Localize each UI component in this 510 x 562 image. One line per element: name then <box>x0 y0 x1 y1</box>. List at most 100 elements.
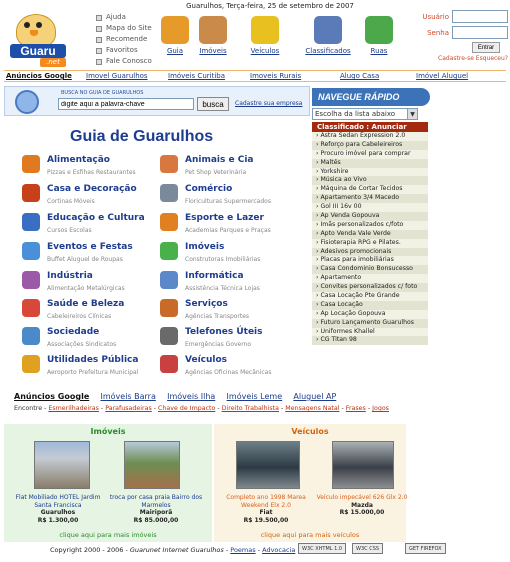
search-input[interactable] <box>58 98 194 110</box>
classified-item[interactable]: › Convites personalizados c/ foto <box>312 283 428 293</box>
guia-title: Guia de Guarulhos <box>70 128 214 145</box>
google-ads-label[interactable]: Anúncios Google <box>6 71 72 82</box>
classified-icon <box>314 16 342 44</box>
classified-item[interactable]: › Yorkshire <box>312 167 428 177</box>
ads-link-strip: Anúncios Google Imovel Guarulhos Imóveis… <box>4 70 506 82</box>
classified-item[interactable]: › Uniformes Khallel <box>312 327 428 337</box>
search-globe-icon <box>15 90 39 114</box>
classified-item[interactable]: › Casa Locação <box>312 300 428 310</box>
car-icon <box>251 16 279 44</box>
classified-item[interactable]: › Reforço para Cabeleireiros <box>312 140 428 150</box>
get-firefox-badge[interactable]: GET FIREFOX <box>405 543 446 554</box>
w3c-xhtml-badge[interactable]: W3C XHTML 1.0 <box>298 543 347 554</box>
bottom-ads-nav: Anúncios Google Imóveis Barra Imóveis Il… <box>14 392 345 401</box>
classified-item[interactable]: › Máquina de Cortar Tecidos <box>312 185 428 195</box>
factory-icon <box>22 271 40 289</box>
property-photo[interactable] <box>34 441 90 489</box>
login-button[interactable]: Entrar <box>472 42 500 53</box>
classified-item[interactable]: › Apto Venda Vale Verde <box>312 229 428 239</box>
nav-veiculos[interactable]: Veículos <box>240 16 290 55</box>
quick-nav-select[interactable]: Escolha da lista abaixo ▼ <box>312 108 418 120</box>
classified-item[interactable]: › CG Titan 98 <box>312 336 428 346</box>
ad-link[interactable]: Imóveis Barra <box>101 392 156 401</box>
classified-item[interactable]: › Maltês <box>312 158 428 168</box>
veiculos-title: Veículos <box>291 427 329 436</box>
search-button[interactable]: busca <box>197 97 229 111</box>
header-date: Guarulhos, Terça-feira, 25 de setembro d… <box>186 2 354 10</box>
encontre-link[interactable]: Esmerilhadeiras <box>48 405 99 412</box>
site-logo[interactable]: Guaru .net <box>6 8 86 67</box>
more-veiculos-link[interactable]: clique aqui para mais veículos <box>214 531 406 539</box>
classified-item[interactable]: › Astra Sedan Expression 2.0 <box>312 132 428 141</box>
classified-item[interactable]: › Música ao Vivo <box>312 176 428 186</box>
store-icon <box>160 184 178 202</box>
footer: Copyright 2000 - 2006 - Guarunet Interne… <box>50 546 296 554</box>
password-label: Senha <box>427 28 449 37</box>
footer-brand: Guarunet Internet Guarulhos <box>129 546 224 554</box>
register-forgot-link[interactable]: Cadastre-se Esqueceu? <box>412 55 508 62</box>
ad-link[interactable]: Imóveis Ilha <box>167 392 215 401</box>
encontre-link[interactable]: Parafusadeiras <box>105 405 152 412</box>
ad-link[interactable]: Imóvel Aluguel <box>416 71 468 82</box>
vehicle-photo[interactable] <box>236 441 300 489</box>
register-company-link[interactable]: Cadastre sua empresa <box>235 100 302 107</box>
guide-icon <box>161 16 189 44</box>
classified-item[interactable]: › Imãs personalizados c/foto <box>312 220 428 230</box>
property-caption[interactable]: Flat Mobiliado HOTEL Jardim Santa Franci… <box>10 494 106 524</box>
classified-item[interactable]: › Fisioterapia RPG e Pilates. <box>312 238 428 248</box>
navegue-rapido-banner: NAVEGUE RÁPIDO <box>312 88 430 106</box>
password-field[interactable] <box>452 26 508 39</box>
google-ads-label[interactable]: Anúncios Google <box>14 392 89 401</box>
classified-item[interactable]: › Apartamento 3/4 Macedo <box>312 194 428 204</box>
w3c-css-badge[interactable]: W3C CSS <box>352 543 384 554</box>
classified-item[interactable]: › Apartamento <box>312 274 428 284</box>
classified-item[interactable]: › Placas para imobiliárias <box>312 256 428 266</box>
ad-link[interactable]: Imóveis Leme <box>227 392 283 401</box>
vehicle-photo[interactable] <box>332 441 394 489</box>
classified-item[interactable]: › Casa Condominio Bonsucesso <box>312 265 428 275</box>
footer-link[interactable]: Poemas <box>230 546 255 554</box>
encontre-link[interactable]: Direito Trabalhista <box>222 405 279 412</box>
encontre-link[interactable]: Mensagens Natal <box>285 405 339 412</box>
encontre-link[interactable]: Frases <box>346 405 366 412</box>
top-utility-links: Ajuda Mapa do Site Recomende Favoritos F… <box>96 12 152 67</box>
ad-link[interactable]: Alugo Casa <box>340 71 379 82</box>
contact-link[interactable]: Fale Conosco <box>96 56 152 67</box>
user-field[interactable] <box>452 10 508 23</box>
nav-imoveis[interactable]: Imóveis <box>188 16 238 55</box>
ad-link[interactable]: Imovel Guarulhos <box>86 71 148 82</box>
street-icon <box>365 16 393 44</box>
food-icon <box>22 155 40 173</box>
property-photo[interactable] <box>124 441 180 489</box>
favorites-icon <box>96 47 102 54</box>
sitemap-link[interactable]: Mapa do Site <box>96 23 152 34</box>
classified-item[interactable]: › Adesivos promocionais <box>312 247 428 257</box>
encontre-link[interactable]: Chave de Impacto <box>158 405 215 412</box>
vehicle-caption[interactable]: Completo ano 1998 Marea Weekend Elx 2.0 … <box>218 494 314 524</box>
vehicle-caption[interactable]: Veículo impecável 626 Glx 2.0 Mazda R$ 1… <box>314 494 410 517</box>
help-link[interactable]: Ajuda <box>96 12 152 23</box>
classified-item[interactable]: › Casa Locação Pte Grande <box>312 292 428 301</box>
ad-link[interactable]: Imoveis Rurais <box>250 71 301 82</box>
encontre-link[interactable]: Jogos <box>372 405 389 412</box>
book-icon <box>22 213 40 231</box>
encontre-links: Encontre - Esmerilhadeiras - Parafusadei… <box>14 405 389 412</box>
nav-classificados[interactable]: Classificados <box>303 16 353 55</box>
ad-link[interactable]: Imóveis Curitiba <box>168 71 225 82</box>
classified-item[interactable]: › Gol III 16v 00 <box>312 203 428 213</box>
recommend-link[interactable]: Recomende <box>96 34 152 45</box>
footer-link[interactable]: Advocacia <box>262 546 295 554</box>
classified-item[interactable]: › Ap Locação Gopouva <box>312 309 428 319</box>
favorites-link[interactable]: Favoritos <box>96 45 152 56</box>
ad-link[interactable]: Aluguel AP <box>293 392 336 401</box>
balloon-icon <box>22 242 40 260</box>
nav-ruas[interactable]: Ruas <box>354 16 404 55</box>
login-box: Usuário Senha Entrar Cadastre-se Esquece… <box>412 10 508 62</box>
classified-item[interactable]: › Futuro Lançamento Guarulhos <box>312 318 428 328</box>
health-icon <box>22 299 40 317</box>
classified-header[interactable]: Classificado : Anunciar Grátis <box>312 122 428 141</box>
classified-item[interactable]: › Procuro imóvel para comprar <box>312 149 428 159</box>
classified-item[interactable]: › Ap Venda Gopouva <box>312 212 428 221</box>
property-caption[interactable]: troca por casa praia Bairro dos Marmelos… <box>108 494 204 524</box>
more-imoveis-link[interactable]: clique aqui para mais imóveis <box>4 531 212 539</box>
